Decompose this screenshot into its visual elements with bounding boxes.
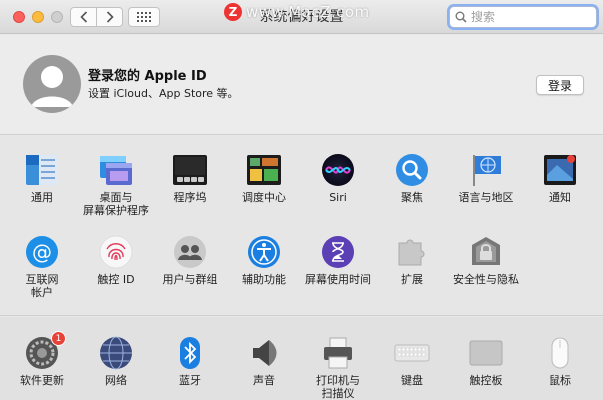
pane-label: Siri <box>329 191 347 204</box>
pane-network[interactable]: 网络 <box>78 335 154 387</box>
svg-text:@: @ <box>32 240 52 264</box>
pane-printers-scanners[interactable]: 打印机与 扫描仪 <box>300 335 376 400</box>
dock-icon <box>172 152 208 188</box>
pane-label: 触控板 <box>469 374 503 387</box>
mouse-icon <box>542 335 578 371</box>
pane-label: 互联网 帐户 <box>25 273 59 299</box>
pane-label: 打印机与 扫描仪 <box>316 374 360 400</box>
apple-id-subtitle: 设置 iCloud、App Store 等。 <box>88 87 239 100</box>
pane-language-region[interactable]: 语言与地区 <box>448 152 524 204</box>
trackpad-icon <box>468 335 504 371</box>
mission-control-icon <box>246 152 282 188</box>
sound-icon <box>246 335 282 371</box>
pane-siri[interactable]: Siri <box>300 152 376 204</box>
bluetooth-icon <box>172 335 208 371</box>
pane-label: 程序坞 <box>173 191 207 204</box>
avatar-icon[interactable] <box>23 55 81 113</box>
pane-security-privacy[interactable]: 安全性与隐私 <box>448 234 524 286</box>
pane-label: 网络 <box>105 374 127 387</box>
pane-label: 鼠标 <box>549 374 571 387</box>
security-icon <box>468 234 504 270</box>
pane-mission-control[interactable]: 调度中心 <box>226 152 302 204</box>
pane-label: 声音 <box>253 374 275 387</box>
search-field[interactable] <box>449 6 597 28</box>
keyboard-icon <box>394 335 430 371</box>
pane-label: 桌面与 屏幕保护程序 <box>83 191 149 217</box>
title-bar: 系统偏好设置 Z www.MacZ.com <box>0 0 603 34</box>
pane-touch-id[interactable]: 触控 ID <box>78 234 154 286</box>
general-icon <box>24 152 60 188</box>
pane-accessibility[interactable]: 辅助功能 <box>226 234 302 286</box>
spotlight-icon <box>394 152 430 188</box>
pane-spotlight[interactable]: 聚焦 <box>374 152 450 204</box>
pane-label: 用户与群组 <box>162 273 218 286</box>
pane-label: 软件更新 <box>20 374 64 387</box>
network-icon <box>98 335 134 371</box>
accessibility-icon <box>246 234 282 270</box>
apple-id-banner: 登录您的 Apple ID 设置 iCloud、App Store 等。 登录 <box>0 35 603 135</box>
pane-users-groups[interactable]: 用户与群组 <box>152 234 228 286</box>
preferences-section-hardware: 1 软件更新 网络 蓝牙 声音 打印机与 扫描仪 键盘 触控板 鼠标 <box>0 317 603 400</box>
desktop-icon <box>98 152 134 188</box>
pane-label: 通用 <box>31 191 53 204</box>
pane-software-update[interactable]: 1 软件更新 <box>4 331 80 387</box>
fingerprint-icon <box>98 234 134 270</box>
pane-label: 聚焦 <box>401 191 423 204</box>
pane-notifications[interactable]: 通知 <box>522 152 598 204</box>
pane-screen-time[interactable]: 屏幕使用时间 <box>300 234 376 286</box>
pane-extensions[interactable]: 扩展 <box>374 234 450 286</box>
notifications-icon <box>542 152 578 188</box>
pane-sound[interactable]: 声音 <box>226 335 302 387</box>
screen-time-icon <box>320 234 356 270</box>
pane-bluetooth[interactable]: 蓝牙 <box>152 335 228 387</box>
pane-label: 屏幕使用时间 <box>305 273 371 286</box>
pane-keyboard[interactable]: 键盘 <box>374 335 450 387</box>
apple-id-title: 登录您的 Apple ID <box>88 69 207 84</box>
pane-internet-accounts[interactable]: @ 互联网 帐户 <box>4 234 80 299</box>
search-icon <box>455 11 467 23</box>
siri-icon <box>320 152 356 188</box>
pane-dock[interactable]: 程序坞 <box>152 152 228 204</box>
pane-label: 调度中心 <box>242 191 286 204</box>
search-input[interactable] <box>471 10 591 24</box>
preferences-section-personal: 通用 桌面与 屏幕保护程序 程序坞 调度中心 Siri 聚焦 语言与地区 通知 … <box>0 136 603 316</box>
pane-label: 触控 ID <box>97 273 135 286</box>
pane-mouse[interactable]: 鼠标 <box>522 335 598 387</box>
pane-label: 安全性与隐私 <box>453 273 519 286</box>
pane-desktop-screensaver[interactable]: 桌面与 屏幕保护程序 <box>78 152 154 217</box>
login-button[interactable]: 登录 <box>536 75 584 95</box>
update-count-badge: 1 <box>51 331 66 346</box>
watermark-logo-icon: Z <box>224 3 242 21</box>
pane-label: 键盘 <box>401 374 423 387</box>
software-update-icon: 1 <box>24 331 66 371</box>
printer-icon <box>320 335 356 371</box>
pane-label: 辅助功能 <box>242 273 286 286</box>
internet-accounts-icon: @ <box>24 234 60 270</box>
pane-label: 扩展 <box>401 273 423 286</box>
language-icon <box>468 152 504 188</box>
watermark-text: www.MacZ.com <box>246 3 370 21</box>
watermark: Z www.MacZ.com <box>224 3 370 21</box>
extensions-icon <box>394 234 430 270</box>
pane-label: 语言与地区 <box>458 191 514 204</box>
pane-label: 通知 <box>549 191 571 204</box>
pane-label: 蓝牙 <box>179 374 201 387</box>
pane-trackpad[interactable]: 触控板 <box>448 335 524 387</box>
users-icon <box>172 234 208 270</box>
pane-general[interactable]: 通用 <box>4 152 80 204</box>
